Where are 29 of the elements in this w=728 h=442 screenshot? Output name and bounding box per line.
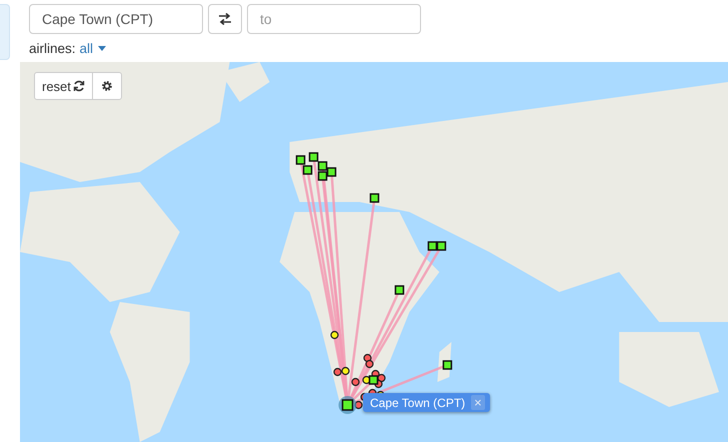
origin-marker[interactable] [338,396,357,414]
origin-input[interactable]: Cape Town (CPT) [29,4,203,34]
airport-dot[interactable] [365,360,374,368]
airport-dot[interactable] [333,368,342,376]
destination-marker[interactable] [394,285,404,295]
destination-marker[interactable] [296,155,306,165]
swap-button[interactable] [208,4,242,34]
map-background[interactable]: reset Cape Town (CPT) × [20,62,728,442]
destination-marker[interactable] [442,360,452,370]
caret-icon [98,46,106,50]
airport-dot[interactable] [341,366,350,376]
destination-marker[interactable] [326,167,336,177]
destination-marker[interactable] [370,193,380,203]
airport-dot[interactable] [351,378,360,386]
destination-marker[interactable] [318,171,328,181]
destination-marker[interactable] [302,165,312,175]
airlines-dropdown[interactable]: all [80,40,106,56]
destination-marker[interactable] [318,161,328,171]
settings-icon [100,80,113,92]
destination-marker[interactable] [308,152,318,162]
destination-marker[interactable] [368,375,378,385]
destination-marker[interactable] [428,241,438,251]
airlines-label: airlines: [29,40,76,56]
refresh-icon [72,80,85,92]
destination-marker[interactable] [436,241,446,251]
airport-name: Cape Town (CPT) [370,396,466,410]
destination-input[interactable]: to [247,4,421,34]
airport-dot[interactable] [330,330,339,340]
swap-icon [218,13,232,25]
